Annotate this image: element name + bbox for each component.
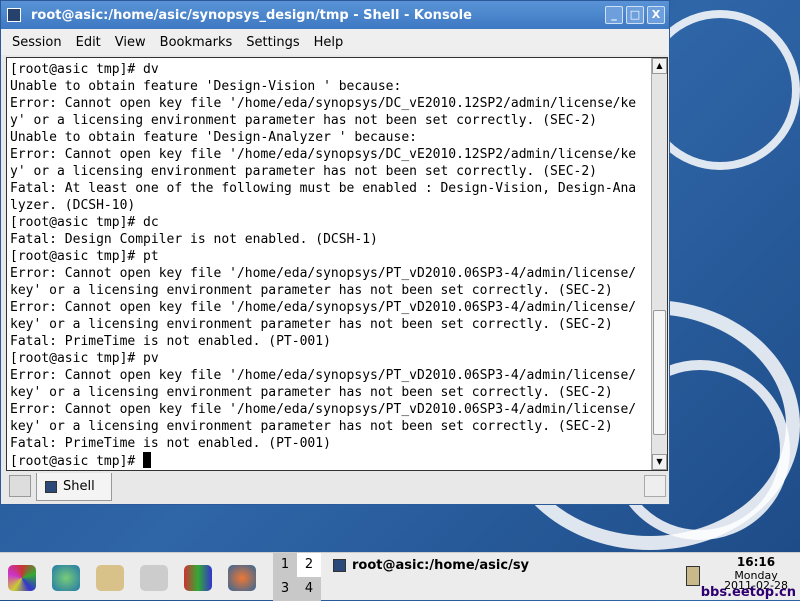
close-button[interactable]: X [647, 6, 665, 24]
desktop-3[interactable]: 3 [273, 577, 297, 601]
minimize-button[interactable]: _ [605, 6, 623, 24]
terminal-line: y' or a licensing environment parameter … [10, 164, 597, 179]
terminal-line: [root@asic tmp]# pt [10, 249, 159, 264]
terminal-line: key' or a licensing environment paramete… [10, 385, 613, 400]
terminal-line: [root@asic tmp]# pv [10, 351, 159, 366]
clock-time: 16:16 [736, 555, 776, 569]
task-label: root@asic:/home/asic/sy [352, 558, 530, 573]
mail-icon[interactable] [96, 565, 124, 591]
menu-edit[interactable]: Edit [69, 35, 108, 50]
terminal-line: lyzer. (DCSH-10) [10, 198, 136, 213]
terminal-line: Error: Cannot open key file '/home/eda/s… [10, 402, 637, 417]
tab-bar: Shell [6, 473, 668, 503]
terminal-line: [root@asic tmp]# dc [10, 215, 159, 230]
spreadsheet-icon[interactable] [228, 565, 256, 591]
prompt: [root@asic tmp]# [10, 454, 144, 469]
desktop-pager: 1 2 3 4 [273, 553, 321, 601]
new-tab-button[interactable] [9, 475, 31, 497]
terminal-line: Fatal: PrimeTime is not enabled. (PT-001… [10, 436, 331, 451]
cursor [143, 452, 152, 468]
terminal-line: Unable to obtain feature 'Design-Vision … [10, 79, 402, 94]
menu-view[interactable]: View [108, 35, 153, 50]
terminal-line: key' or a licensing environment paramete… [10, 317, 613, 332]
terminal-line: Error: Cannot open key file '/home/eda/s… [10, 266, 637, 281]
terminal-line: Fatal: PrimeTime is not enabled. (PT-001… [10, 334, 331, 349]
title-bar[interactable]: root@asic:/home/asic/synopsys_design/tmp… [1, 1, 669, 29]
terminal-line: Error: Cannot open key file '/home/eda/s… [10, 368, 637, 383]
tab-shell[interactable]: Shell [36, 473, 112, 501]
close-tab-button[interactable] [644, 475, 666, 497]
terminal-line: Error: Cannot open key file '/home/eda/s… [10, 147, 637, 162]
browser-icon[interactable] [52, 565, 80, 591]
terminal-area[interactable]: [root@asic tmp]# dv Unable to obtain feat… [6, 57, 668, 471]
terminal-output: [root@asic tmp]# dv Unable to obtain feat… [10, 61, 636, 470]
terminal-line: key' or a licensing environment paramete… [10, 283, 613, 298]
maximize-button[interactable]: □ [626, 6, 644, 24]
desktop-4[interactable]: 4 [297, 577, 321, 601]
tab-label: Shell [63, 479, 95, 494]
taskbar-item-konsole[interactable]: root@asic:/home/asic/sy [333, 558, 529, 573]
terminal-line: [root@asic tmp]# dv [10, 62, 159, 77]
desktop-2[interactable]: 2 [297, 553, 321, 577]
terminal-icon [7, 8, 21, 22]
terminal-icon [45, 480, 57, 493]
menu-bar: Session Edit View Bookmarks Settings Hel… [1, 29, 669, 55]
watermark: bbs.eetop.cn [700, 585, 796, 600]
terminal-line: Fatal: Design Compiler is not enabled. (… [10, 232, 378, 247]
menu-bookmarks[interactable]: Bookmarks [153, 35, 240, 50]
menu-session[interactable]: Session [5, 35, 69, 50]
window-title: root@asic:/home/asic/synopsys_design/tmp… [31, 7, 472, 23]
writer-icon[interactable] [140, 565, 168, 591]
taskbar: 1 2 3 4 root@asic:/home/asic/sy 16:16 Mo… [0, 552, 800, 601]
terminal-icon [333, 559, 346, 572]
desktop-1[interactable]: 1 [273, 553, 297, 577]
konsole-window: root@asic:/home/asic/synopsys_design/tmp… [0, 0, 670, 505]
terminal-line: Fatal: At least one of the following mus… [10, 181, 637, 196]
scroll-up-arrow-icon[interactable]: ▲ [652, 58, 667, 74]
menu-settings[interactable]: Settings [239, 35, 306, 50]
scroll-down-arrow-icon[interactable]: ▼ [652, 454, 667, 470]
terminal-line: Error: Cannot open key file '/home/eda/s… [10, 300, 637, 315]
app-menu-icon[interactable] [8, 565, 36, 591]
terminal-line: y' or a licensing environment parameter … [10, 113, 597, 128]
menu-help[interactable]: Help [307, 35, 351, 50]
terminal-line: Error: Cannot open key file '/home/eda/s… [10, 96, 637, 111]
terminal-line: Unable to obtain feature 'Design-Analyze… [10, 130, 417, 145]
terminal-line: key' or a licensing environment paramete… [10, 419, 613, 434]
clipboard-icon[interactable] [686, 566, 700, 586]
scrollbar[interactable]: ▲ ▼ [651, 58, 667, 470]
terminal-prompt-line: [root@asic tmp]# [10, 452, 636, 470]
presentation-icon[interactable] [184, 565, 212, 591]
scrollbar-thumb[interactable] [653, 310, 666, 435]
